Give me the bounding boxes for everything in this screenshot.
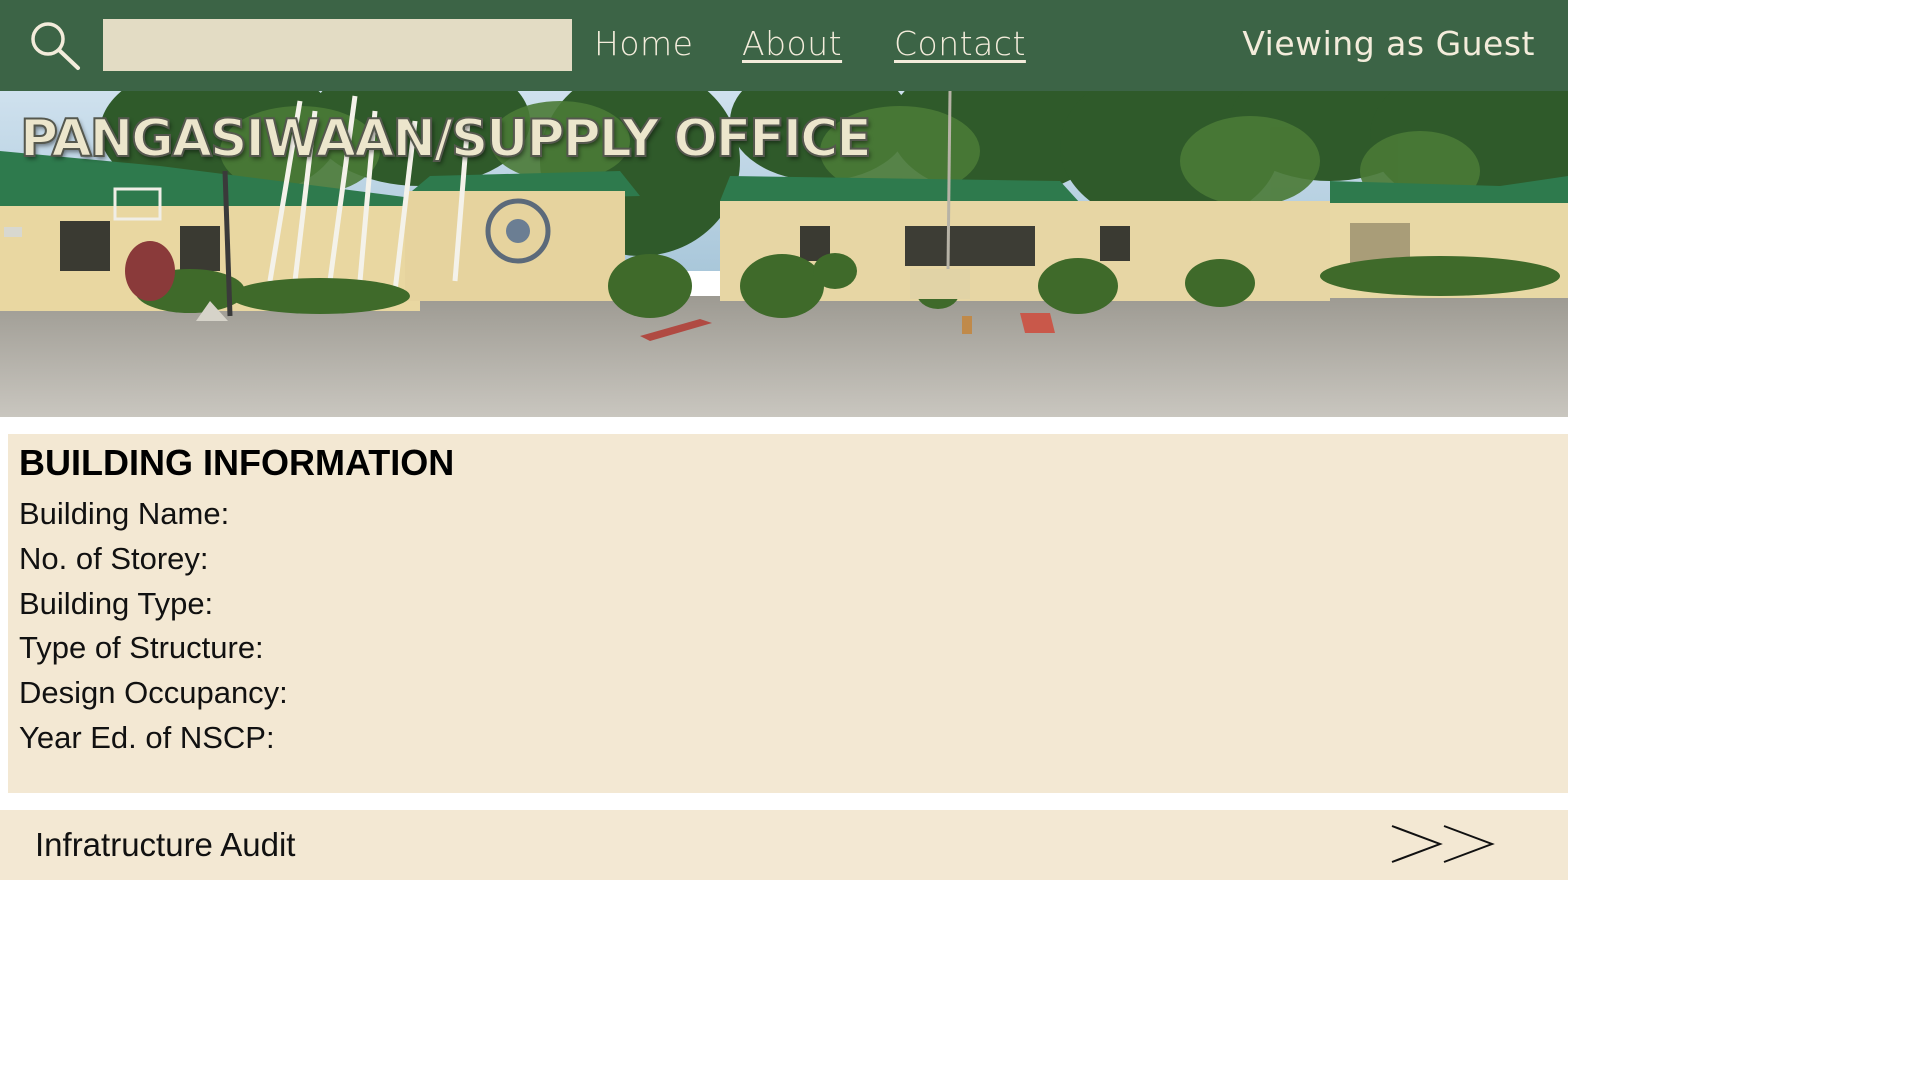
nav-link-about[interactable]: About	[742, 20, 842, 68]
user-status-label: Viewing as Guest	[1242, 24, 1535, 63]
field-type-of-structure: Type of Structure:	[19, 630, 264, 666]
nav-link-contact[interactable]: Contact	[894, 20, 1026, 68]
field-no-of-storey: No. of Storey:	[19, 540, 209, 576]
top-navbar: Home About Contact Viewing as Guest	[0, 0, 1568, 91]
infrastructure-audit-link[interactable]: Infratructure Audit	[0, 810, 1568, 880]
nav-link-home[interactable]: Home	[594, 20, 693, 68]
hero-title: PANGASIWAAN/SUPPLY OFFICE	[19, 108, 873, 170]
hero-banner: PANGASIWAAN/SUPPLY OFFICE	[0, 91, 1568, 417]
field-building-name: Building Name:	[19, 496, 230, 531]
double-chevron-right-icon[interactable]	[1390, 824, 1496, 864]
building-info-heading: BUILDING INFORMATION	[19, 442, 455, 483]
field-building-type: Building Type:	[19, 585, 214, 621]
field-design-occupancy: Design Occupancy:	[19, 675, 288, 711]
field-year-ed-of-nscp: Year Ed. of NSCP:	[19, 719, 275, 755]
search-input[interactable]	[103, 19, 572, 71]
infrastructure-audit-label: Infratructure Audit	[35, 826, 296, 863]
building-info-panel: BUILDING INFORMATION Building Name: No. …	[8, 434, 1568, 793]
search-icon[interactable]	[26, 18, 82, 72]
building-info-list: Building Name: No. of Storey: Building T…	[19, 494, 288, 763]
